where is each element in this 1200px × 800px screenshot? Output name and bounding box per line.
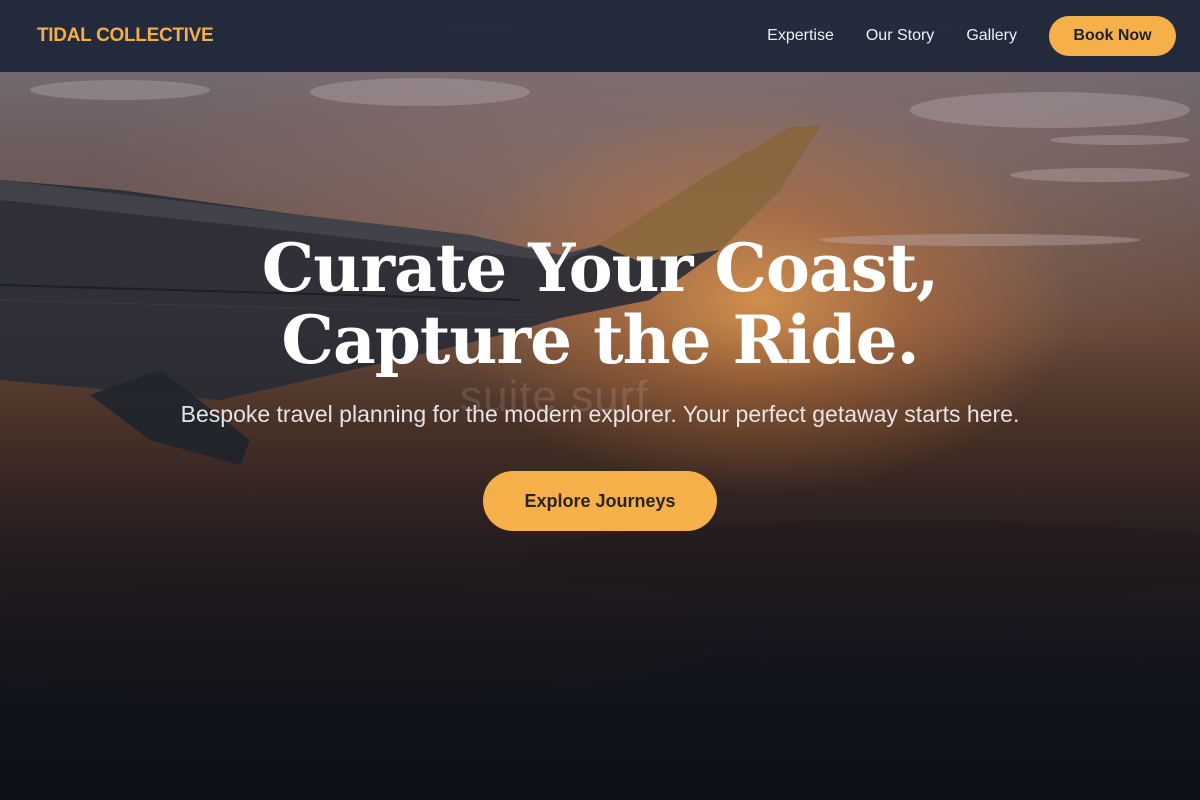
nav-link-expertise[interactable]: Expertise	[767, 27, 834, 45]
hero-section: Curate Your Coast, Capture the Ride. Bes…	[0, 232, 1200, 531]
nav-links: Expertise Our Story Gallery Book Now	[735, 16, 1176, 56]
hero-subtitle: Bespoke travel planning for the modern e…	[180, 401, 1020, 427]
hero-headline-line-1: Curate Your Coast,	[261, 229, 940, 307]
book-now-button[interactable]: Book Now	[1049, 16, 1176, 56]
nav-link-our-story[interactable]: Our Story	[866, 27, 934, 45]
top-navigation-bar: TIDAL COLLECTIVE Expertise Our Story Gal…	[0, 0, 1200, 72]
nav-link-gallery[interactable]: Gallery	[966, 27, 1017, 45]
hero-headline: Curate Your Coast, Capture the Ride.	[0, 232, 1200, 376]
explore-journeys-button[interactable]: Explore Journeys	[483, 471, 717, 531]
landing-page: suite surf TIDAL COLLECTIVE Expertise Ou…	[0, 0, 1200, 800]
brand-logo[interactable]: TIDAL COLLECTIVE	[37, 25, 214, 47]
hero-headline-line-2: Capture the Ride.	[281, 301, 919, 379]
